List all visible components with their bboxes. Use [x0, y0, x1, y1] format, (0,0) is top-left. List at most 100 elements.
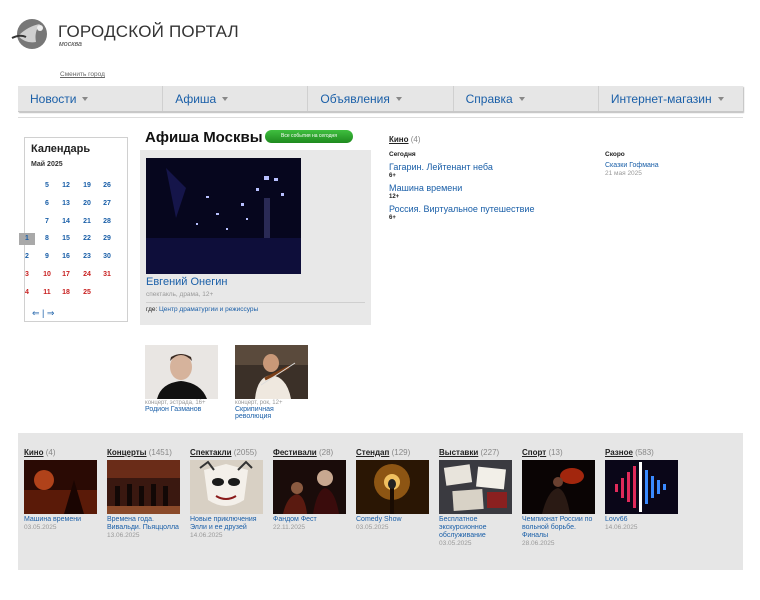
- category-count: (28): [318, 448, 334, 457]
- category-event-title[interactable]: Чемпионат России по вольной борьбе. Фина…: [522, 516, 597, 540]
- calendar-day[interactable]: 6: [39, 198, 55, 210]
- event-thumbnail[interactable]: [145, 345, 218, 399]
- calendar-day[interactable]: 30: [99, 251, 115, 263]
- calendar-day[interactable]: 1: [19, 233, 35, 246]
- category-event-title[interactable]: Бесплатное экскурсионное обслуживание: [439, 516, 514, 540]
- calendar-day[interactable]: 7: [39, 216, 55, 228]
- nav-item-ads[interactable]: Объявления: [308, 86, 454, 111]
- calendar-nav-arrows[interactable]: ⇐ | ⇒: [32, 308, 54, 319]
- calendar-day[interactable]: 11: [39, 287, 55, 299]
- calendar-day[interactable]: 20: [79, 198, 95, 210]
- calendar-day[interactable]: 19: [79, 180, 95, 192]
- calendar-day[interactable]: 4: [19, 287, 35, 299]
- calendar-day[interactable]: 23: [79, 251, 95, 263]
- event-card[interactable]: концерт, рок, 12+ Скрипичная революция: [235, 345, 308, 420]
- calendar-day[interactable]: 5: [39, 180, 55, 192]
- category-link[interactable]: Кино: [24, 448, 44, 457]
- category-event-date: 03.05.2025: [439, 540, 472, 547]
- calendar-day[interactable]: 25: [79, 287, 95, 299]
- change-city-link[interactable]: Сменить город: [60, 71, 105, 78]
- calendar-day[interactable]: 17: [58, 269, 74, 281]
- calendar-day[interactable]: 31: [99, 269, 115, 281]
- featured-event-title[interactable]: Евгений Онегин: [146, 276, 227, 288]
- category-kino: Кино (4) Машина времени 03.05.2025: [24, 448, 99, 531]
- category-thumbnail[interactable]: [605, 460, 678, 514]
- calendar-day[interactable]: 15: [58, 233, 74, 245]
- kino-film-link[interactable]: Гагарин. Лейтенант неба: [389, 162, 493, 172]
- category-thumbnail[interactable]: [273, 460, 346, 514]
- category-event-title[interactable]: Comedy Show: [356, 516, 431, 524]
- category-count: (583): [635, 448, 654, 457]
- nav-item-news[interactable]: Новости: [18, 86, 164, 111]
- calendar-day[interactable]: 13: [58, 198, 74, 210]
- category-event-title[interactable]: Фандом Фест: [273, 516, 348, 524]
- calendar-day[interactable]: 9: [39, 251, 55, 263]
- site-title: ГОРОДСКОЙ ПОРТАЛ: [58, 22, 239, 41]
- kino-film-link[interactable]: Машина времени: [389, 183, 462, 193]
- category-link[interactable]: Разное: [605, 448, 633, 457]
- site-logo[interactable]: [10, 12, 50, 52]
- site-city: москва: [59, 41, 82, 48]
- venue-link[interactable]: Центр драматургии и режиссуры: [159, 306, 258, 313]
- calendar-day[interactable]: 10: [39, 269, 55, 281]
- category-festivals: Фестивали (28) Фандом Фест 22.11.2025: [273, 448, 348, 531]
- all-today-button[interactable]: Все события на сегодня: [265, 130, 353, 143]
- calendar-day[interactable]: 18: [58, 287, 74, 299]
- category-link[interactable]: Спектакли: [190, 448, 232, 457]
- featured-event-meta: спектакль, драма, 12+: [146, 291, 214, 298]
- calendar-widget: Календарь Май 2025 5 12 19 26 6 13 20 27 7 14 21 28…: [19, 137, 128, 322]
- category-link[interactable]: Выставки: [439, 448, 478, 457]
- nav-item-shop[interactable]: Интернет-магазин: [599, 86, 743, 111]
- calendar-day[interactable]: 14: [58, 216, 74, 228]
- kino-film-age: 6+: [389, 215, 396, 221]
- calendar-day[interactable]: 27: [99, 198, 115, 210]
- category-event-date: 14.06.2025: [190, 532, 223, 539]
- category-event-title[interactable]: Lovv66: [605, 516, 680, 524]
- calendar-day[interactable]: 29: [99, 233, 115, 245]
- category-link[interactable]: Стендап: [356, 448, 389, 457]
- calendar-day[interactable]: 26: [99, 180, 115, 192]
- category-event-title[interactable]: Времена года. Вивальди. Пьяццолла: [107, 516, 182, 532]
- category-sport: Спорт (13) Чемпионат России по вольной б…: [522, 448, 597, 547]
- category-event-title[interactable]: Новые приключения Элли и ее друзей: [190, 516, 265, 532]
- category-link[interactable]: Концерты: [107, 448, 147, 457]
- nav-item-afisha[interactable]: Афиша: [163, 86, 309, 111]
- nav-item-label: Объявления: [320, 91, 390, 106]
- category-thumbnail[interactable]: [24, 460, 97, 514]
- kino-count: (4): [410, 135, 421, 144]
- kino-film-link[interactable]: Россия. Виртуальное путешествие: [389, 204, 534, 214]
- category-link[interactable]: Фестивали: [273, 448, 317, 457]
- soon-film-link[interactable]: Сказки Гофмана: [605, 162, 659, 169]
- calendar-day[interactable]: 3: [19, 269, 35, 281]
- category-count: (2055): [233, 448, 257, 457]
- featured-event-image[interactable]: [146, 158, 301, 274]
- calendar-day[interactable]: 21: [79, 216, 95, 228]
- category-event-date: 13.06.2025: [107, 532, 140, 539]
- calendar-day[interactable]: 22: [79, 233, 95, 245]
- calendar-day[interactable]: 16: [58, 251, 74, 263]
- event-card[interactable]: концерт, эстрада, 16+ Родион Газманов: [145, 345, 218, 413]
- category-thumbnail[interactable]: [190, 460, 263, 514]
- category-thumbnail[interactable]: [439, 460, 512, 514]
- event-title[interactable]: Родион Газманов: [145, 406, 218, 413]
- category-standup: Стендап (129) Comedy Show 03.05.2025: [356, 448, 431, 531]
- nav-item-reference[interactable]: Справка: [454, 86, 599, 111]
- chevron-down-icon: [222, 96, 229, 101]
- event-title[interactable]: Скрипичная революция: [235, 406, 308, 420]
- nav-item-label: Новости: [30, 91, 77, 106]
- category-event-date: 03.05.2025: [356, 524, 389, 531]
- event-thumbnail[interactable]: [235, 345, 308, 399]
- kino-link[interactable]: Кино: [389, 135, 409, 144]
- category-thumbnail[interactable]: [522, 460, 595, 514]
- category-count: (129): [391, 448, 411, 457]
- category-link[interactable]: Спорт: [522, 448, 546, 457]
- calendar-day[interactable]: 2: [19, 251, 35, 263]
- calendar-day[interactable]: 24: [79, 269, 95, 281]
- calendar-day[interactable]: 8: [39, 233, 55, 245]
- calendar-day[interactable]: 28: [99, 216, 115, 228]
- calendar-day[interactable]: 12: [58, 180, 74, 192]
- category-event-title[interactable]: Машина времени: [24, 516, 99, 524]
- category-thumbnail[interactable]: [107, 460, 180, 514]
- category-count: (4): [45, 448, 56, 457]
- category-thumbnail[interactable]: [356, 460, 429, 514]
